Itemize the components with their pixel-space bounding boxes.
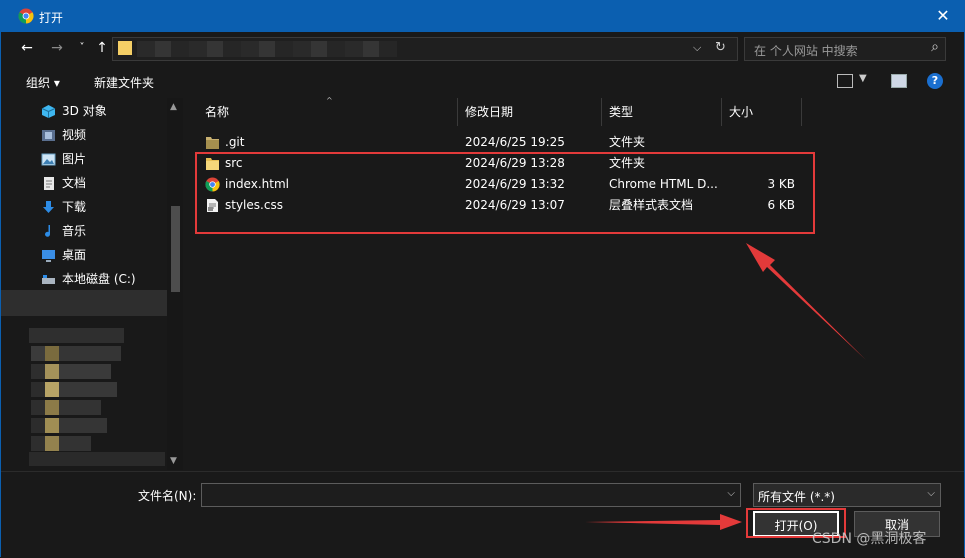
annotation-arrows	[585, 243, 866, 530]
watermark: CSDN @黑洞极客	[812, 531, 927, 547]
arrow-to-open-button	[585, 514, 742, 530]
arrow-to-files	[746, 243, 866, 360]
